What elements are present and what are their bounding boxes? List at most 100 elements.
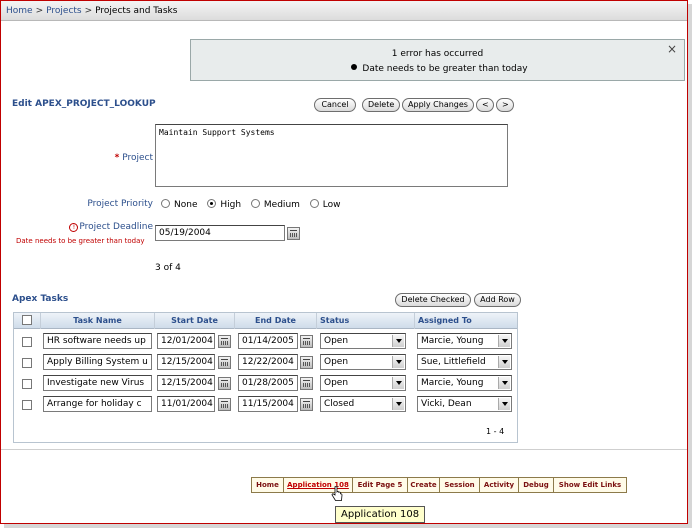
- chevron-down-icon[interactable]: [392, 356, 404, 368]
- start-date-input[interactable]: 11/01/2004: [157, 396, 215, 412]
- assigned-to-select-value: Marcie, Young: [421, 336, 484, 346]
- project-deadline-label-text: Project Deadline: [79, 222, 153, 232]
- calendar-icon[interactable]: [300, 398, 313, 411]
- devbar-edit-page-link[interactable]: Edit Page 5: [353, 478, 408, 492]
- delete-checked-button[interactable]: Delete Checked: [395, 293, 471, 307]
- task-name-input[interactable]: HR software needs up: [43, 333, 152, 349]
- project-priority-radio-group: None High Medium Low: [161, 199, 348, 210]
- radio-button[interactable]: [250, 199, 260, 208]
- row-checkbox[interactable]: [22, 337, 32, 347]
- calendar-icon[interactable]: [287, 227, 300, 240]
- row-checkbox[interactable]: [22, 379, 32, 389]
- task-name-input[interactable]: Arrange for holiday c: [43, 396, 152, 412]
- assigned-to-select[interactable]: Vicki, Dean: [417, 396, 512, 412]
- devbar-debug-link[interactable]: Debug: [519, 478, 554, 492]
- frame-shadow-right: [688, 4, 692, 528]
- end-date-input[interactable]: 12/22/2004: [238, 354, 298, 370]
- calendar-icon[interactable]: [218, 335, 231, 348]
- required-asterisk-icon: *: [114, 153, 120, 163]
- chevron-down-icon[interactable]: [498, 356, 510, 368]
- chevron-down-icon[interactable]: [498, 398, 510, 410]
- next-record-button[interactable]: >: [496, 98, 514, 112]
- breadcrumb-home-link[interactable]: Home: [6, 6, 33, 16]
- assigned-to-select[interactable]: Sue, Littlefield: [417, 354, 512, 370]
- calendar-icon[interactable]: [218, 377, 231, 390]
- status-select[interactable]: Open: [320, 333, 406, 349]
- tooltip: Application 108: [335, 506, 426, 523]
- breadcrumb-projects-link[interactable]: Projects: [46, 6, 81, 16]
- assigned-to-select-value: Sue, Littlefield: [421, 357, 486, 367]
- cancel-button[interactable]: Cancel: [314, 98, 356, 112]
- task-name-input[interactable]: Apply Billing System u: [43, 354, 152, 370]
- column-header-assigned-to[interactable]: Assigned To: [415, 313, 517, 329]
- error-message-text[interactable]: Date needs to be greater than today: [362, 64, 527, 74]
- record-counter: 3 of 4: [155, 263, 181, 273]
- priority-option-low[interactable]: Low: [309, 199, 341, 210]
- chevron-down-icon[interactable]: [498, 335, 510, 347]
- footer-divider: [1, 449, 687, 450]
- header-select-all-cell: [14, 313, 41, 329]
- tasks-grid: Task Name Start Date End Date Status Ass…: [13, 312, 518, 443]
- devbar-home-link[interactable]: Home: [252, 478, 284, 492]
- calendar-icon[interactable]: [300, 335, 313, 348]
- radio-button[interactable]: [161, 199, 170, 208]
- breadcrumb-separator: >: [84, 6, 93, 16]
- row-checkbox[interactable]: [22, 400, 32, 410]
- chevron-down-icon[interactable]: [392, 377, 404, 389]
- priority-option-label: Medium: [263, 200, 300, 210]
- devbar-show-edit-links-link[interactable]: Show Edit Links: [554, 478, 626, 492]
- previous-record-button[interactable]: <: [476, 98, 494, 112]
- radio-button[interactable]: [309, 199, 319, 208]
- row-checkbox[interactable]: [22, 358, 32, 368]
- grid-pagination: 1 - 4: [486, 427, 505, 436]
- radio-button-checked[interactable]: [207, 199, 217, 208]
- end-date-input[interactable]: 11/15/2004: [238, 396, 298, 412]
- calendar-icon[interactable]: [218, 398, 231, 411]
- project-label: * Project: [60, 153, 153, 163]
- status-select-value: Open: [324, 357, 349, 367]
- status-select-value: Closed: [324, 399, 355, 409]
- select-all-checkbox[interactable]: [22, 315, 32, 325]
- frame-shadow-bottom: [4, 524, 692, 528]
- status-select[interactable]: Open: [320, 354, 406, 370]
- task-name-input[interactable]: Investigate new Virus: [43, 375, 152, 391]
- calendar-icon[interactable]: [300, 377, 313, 390]
- column-header-end-date[interactable]: End Date: [235, 313, 317, 329]
- project-deadline-input[interactable]: 05/19/2004: [155, 225, 285, 241]
- start-date-input[interactable]: 12/01/2004: [157, 333, 215, 349]
- devbar-session-link[interactable]: Session: [440, 478, 480, 492]
- devbar-activity-link[interactable]: Activity: [480, 478, 519, 492]
- priority-option-medium[interactable]: Medium: [250, 199, 300, 210]
- end-date-input[interactable]: 01/14/2005: [238, 333, 298, 349]
- breadcrumb: Home > Projects > Projects and Tasks: [1, 1, 687, 21]
- developer-toolbar: Home Application 108 Edit Page 5 Create …: [251, 477, 627, 493]
- chevron-down-icon[interactable]: [498, 377, 510, 389]
- assigned-to-select[interactable]: Marcie, Young: [417, 333, 512, 349]
- column-header-start-date[interactable]: Start Date: [155, 313, 235, 329]
- calendar-icon[interactable]: [300, 356, 313, 369]
- status-select[interactable]: Open: [320, 375, 406, 391]
- status-select-value: Open: [324, 336, 349, 346]
- start-date-input[interactable]: 12/15/2004: [157, 354, 215, 370]
- end-date-input[interactable]: 01/28/2005: [238, 375, 298, 391]
- assigned-to-select[interactable]: Marcie, Young: [417, 375, 512, 391]
- error-message-item: Date needs to be greater than today: [191, 64, 684, 74]
- column-header-task-name[interactable]: Task Name: [41, 313, 155, 329]
- project-textarea[interactable]: Maintain Support Systems: [155, 124, 508, 187]
- apply-changes-button[interactable]: Apply Changes: [402, 98, 474, 112]
- delete-button[interactable]: Delete: [362, 98, 400, 112]
- start-date-input[interactable]: 12/15/2004: [157, 375, 215, 391]
- chevron-down-icon[interactable]: [392, 335, 404, 347]
- priority-option-high[interactable]: High: [207, 199, 241, 210]
- add-row-button[interactable]: Add Row: [474, 293, 521, 307]
- chevron-down-icon[interactable]: [392, 398, 404, 410]
- breadcrumb-current: Projects and Tasks: [95, 6, 178, 16]
- devbar-create-link[interactable]: Create: [408, 478, 440, 492]
- project-priority-label: Project Priority: [87, 199, 153, 209]
- deadline-inline-error: Date needs to be greater than today: [16, 237, 145, 245]
- breadcrumb-separator: >: [35, 6, 44, 16]
- status-select[interactable]: Closed: [320, 396, 406, 412]
- priority-option-none[interactable]: None: [161, 199, 197, 210]
- calendar-icon[interactable]: [218, 356, 231, 369]
- column-header-status[interactable]: Status: [317, 313, 415, 329]
